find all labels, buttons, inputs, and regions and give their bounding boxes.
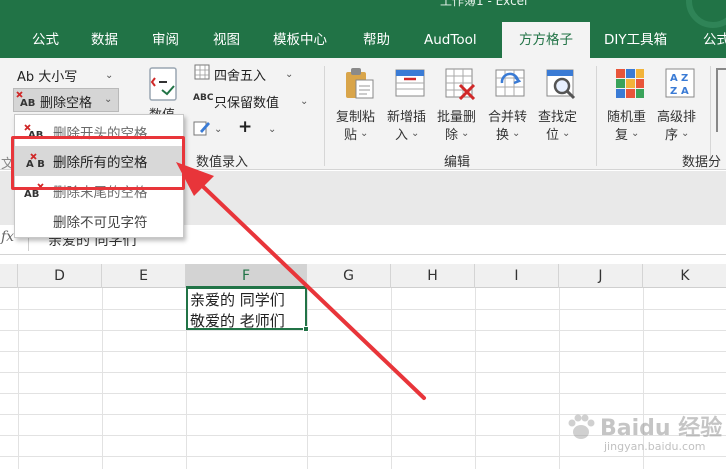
plus-chevron-icon[interactable]: ⌄ [268,124,276,135]
watermark-text: Baidu 经验 [600,416,723,441]
case-dropdown-chevron-icon[interactable]: ⌄ [105,70,113,81]
copy-paste-chevron-icon[interactable]: ⌄ [360,128,368,139]
find-locate-label-2[interactable]: 位 [546,124,559,143]
column-gridline [475,288,476,469]
merge-convert-label-1[interactable]: 合并转 [488,106,527,125]
random-repeat-label-2[interactable]: 复 [615,124,628,143]
more-icon[interactable] [716,68,726,132]
tab-help[interactable]: 帮助 [363,22,390,58]
ribbon-separator [324,66,325,166]
svg-text:A: A [670,73,678,84]
window-title: 工作簿1 - Excel [440,0,528,8]
edit-pen-chevron-icon[interactable]: ⌄ [214,124,222,135]
svg-text:A: A [681,86,689,97]
copy-paste-label-2[interactable]: 贴 [344,124,357,143]
find-locate-label-1[interactable]: 查找定 [538,106,577,125]
svg-text:Z: Z [670,86,677,97]
batch-delete-label-1[interactable]: 批量删 [437,106,476,125]
column-gridline [307,288,308,469]
ribbon-separator [596,66,597,166]
edit-group-label: 编辑 [444,155,471,170]
round-chevron-icon[interactable]: ⌄ [285,69,293,80]
numeric-format-icon[interactable] [146,66,182,102]
column-gridline [102,288,103,469]
row-gridline [0,309,726,310]
keep-value-chevron-icon[interactable]: ⌄ [300,96,308,107]
round-button[interactable]: 四舍五入 [214,65,266,84]
fx-icon[interactable]: fx [1,229,14,245]
round-icon [194,64,210,80]
insert-chevron-icon[interactable]: ⌄ [411,128,419,139]
numeric-group-label: 数值录入 [196,155,249,170]
copy-paste-icon[interactable] [344,66,376,100]
column-header-e[interactable]: E [102,264,186,288]
column-header-d[interactable]: D [18,264,102,288]
edit-pen-icon[interactable] [193,119,211,137]
tab-fangfang[interactable]: 方方格子 [502,22,590,58]
batch-delete-icon[interactable] [444,66,476,101]
menu-item-label: 删除不可见字符 [53,215,148,231]
merge-convert-chevron-icon[interactable]: ⌄ [512,128,520,139]
row-gridline [0,393,726,394]
svg-text:Z: Z [681,73,688,84]
batch-delete-chevron-icon[interactable]: ⌄ [461,128,469,139]
data-group-label: 数据分 [682,155,722,170]
tab-diy-toolbox[interactable]: DIY工具箱 [604,22,667,58]
random-repeat-chevron-icon[interactable]: ⌄ [631,128,639,139]
column-gridline [391,288,392,469]
row-gridline [0,372,726,373]
advanced-sort-label-1[interactable]: 高级排 [657,106,696,125]
svg-text:AB: AB [24,189,39,200]
svg-text:AB: AB [20,98,35,109]
tab-review[interactable]: 审阅 [152,22,179,58]
random-repeat-icon[interactable] [614,66,646,100]
advanced-sort-chevron-icon[interactable]: ⌄ [681,128,689,139]
advanced-sort-label-2[interactable]: 序 [665,124,678,143]
copy-paste-label-1[interactable]: 复制粘 [336,106,375,125]
merge-convert-icon[interactable] [494,66,526,100]
tab-data[interactable]: 数据 [91,22,118,58]
plus-button[interactable]: + [238,117,252,137]
find-locate-chevron-icon[interactable]: ⌄ [562,128,570,139]
column-header-partial[interactable] [0,264,18,288]
annotation-highlight-box [11,136,185,190]
menu-item-delete-invisible-chars[interactable]: 删除不可见字符 [15,206,183,236]
column-header-i[interactable]: I [475,264,559,288]
tab-view[interactable]: 视图 [213,22,240,58]
insert-icon[interactable] [394,66,426,100]
column-header-k[interactable]: K [643,264,726,288]
case-button[interactable]: Ab 大小写 [17,66,77,85]
delete-space-chevron-icon: ⌄ [104,94,113,105]
insert-label-1[interactable]: 新增插 [387,106,426,125]
column-gridline [18,288,19,469]
column-header-h[interactable]: H [391,264,475,288]
merge-convert-label-2[interactable]: 换 [496,124,509,143]
row-gridline [0,330,726,331]
keep-value-button[interactable]: 只保留数值 [214,92,279,111]
watermark-url: jingyan.baidu.com [604,440,706,453]
row-gridline [0,351,726,352]
tab-formulas[interactable]: 公式 [32,22,59,58]
excel-window: 工作簿1 - Excel 公式 数据 审阅 视图 模板中心 帮助 AudTool… [0,0,726,469]
fill-handle[interactable] [303,326,309,332]
advanced-sort-icon[interactable]: A Z Z A [664,66,696,100]
row-gridline [0,456,726,457]
keep-value-icon: ABC [193,93,214,103]
column-header-f[interactable]: F [186,264,307,288]
tab-template-center[interactable]: 模板中心 [273,22,327,58]
cell-f1[interactable]: 亲爱的 同学们 [190,289,285,310]
column-header-g[interactable]: G [307,264,391,288]
tab-audtool[interactable]: AudTool [424,22,477,58]
insert-label-2[interactable]: 入 [395,124,408,143]
find-locate-icon[interactable] [545,66,577,100]
column-gridline [559,288,560,469]
baidu-paw-icon [566,412,596,442]
random-repeat-label-1[interactable]: 随机重 [607,106,646,125]
delete-space-label: 删除空格 [40,96,93,111]
column-header-j[interactable]: J [559,264,643,288]
cell-f2[interactable]: 敬爱的 老师们 [190,310,285,331]
batch-delete-label-2[interactable]: 除 [445,124,458,143]
delete-space-icon: AB [16,91,38,109]
tab-formulas-2[interactable]: 公式 [703,22,726,58]
